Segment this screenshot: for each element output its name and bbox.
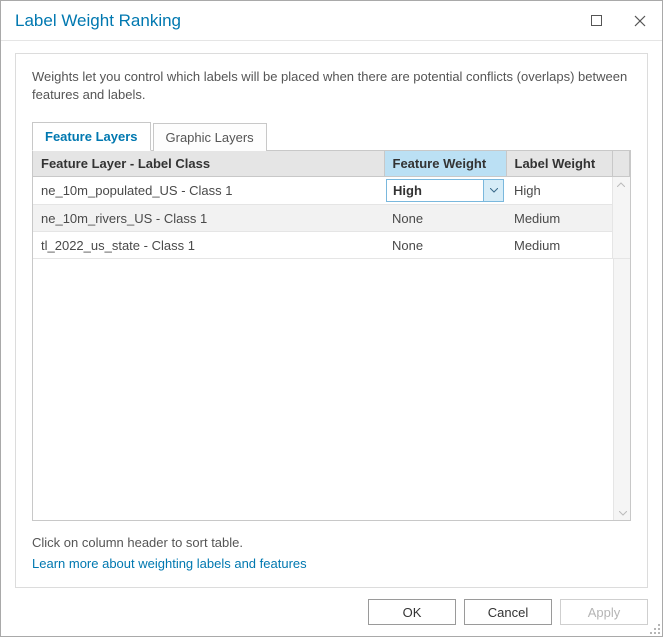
maximize-button[interactable] — [574, 2, 618, 40]
scrollbar-track[interactable] — [612, 177, 630, 259]
cell-label-weight: High — [506, 177, 612, 205]
ok-button[interactable]: OK — [368, 599, 456, 625]
close-button[interactable] — [618, 2, 662, 40]
cell-layer: ne_10m_populated_US - Class 1 — [33, 177, 384, 205]
learn-more-link[interactable]: Learn more about weighting labels and fe… — [32, 556, 631, 571]
dialog-window: Label Weight Ranking Weights let you con… — [0, 0, 663, 637]
scroll-down-arrow[interactable] — [614, 506, 631, 520]
dialog-footer: OK Cancel Apply — [1, 588, 662, 636]
table-row[interactable]: ne_10m_populated_US - Class 1 High High — [33, 177, 630, 205]
cell-feature-weight: None — [384, 205, 506, 232]
table-row[interactable]: ne_10m_rivers_US - Class 1 None Medium — [33, 205, 630, 232]
table-empty-area — [33, 259, 630, 520]
cancel-button[interactable]: Cancel — [464, 599, 552, 625]
table-row[interactable]: tl_2022_us_state - Class 1 None Medium — [33, 232, 630, 259]
scroll-up-arrow[interactable] — [613, 177, 630, 191]
inner-panel: Weights let you control which labels wil… — [15, 53, 648, 588]
tab-strip: Feature Layers Graphic Layers — [32, 122, 631, 151]
tab-graphic-layers[interactable]: Graphic Layers — [153, 123, 267, 151]
tab-feature-layers[interactable]: Feature Layers — [32, 122, 151, 151]
cell-label-weight: Medium — [506, 232, 612, 259]
scrollbar-header — [612, 151, 630, 177]
weights-table: Feature Layer - Label Class Feature Weig… — [32, 150, 631, 521]
sort-hint-text: Click on column header to sort table. — [32, 535, 631, 550]
cell-feature-weight[interactable]: High — [384, 177, 506, 205]
resize-grip[interactable] — [648, 622, 660, 634]
cell-layer: ne_10m_rivers_US - Class 1 — [33, 205, 384, 232]
titlebar: Label Weight Ranking — [1, 1, 662, 41]
cell-label-weight: Medium — [506, 205, 612, 232]
content-area: Weights let you control which labels wil… — [1, 41, 662, 588]
dropdown-arrow-button[interactable] — [483, 180, 503, 201]
dropdown-value: High — [387, 180, 483, 201]
table-header-row: Feature Layer - Label Class Feature Weig… — [33, 151, 630, 177]
tab-label: Graphic Layers — [166, 130, 254, 145]
column-header-feature-weight[interactable]: Feature Weight — [384, 151, 506, 177]
tab-label: Feature Layers — [45, 129, 138, 144]
cell-feature-weight: None — [384, 232, 506, 259]
window-title: Label Weight Ranking — [15, 11, 574, 31]
column-header-label-weight[interactable]: Label Weight — [506, 151, 612, 177]
cell-layer: tl_2022_us_state - Class 1 — [33, 232, 384, 259]
column-header-layer[interactable]: Feature Layer - Label Class — [33, 151, 384, 177]
intro-text: Weights let you control which labels wil… — [32, 68, 631, 104]
feature-weight-dropdown[interactable]: High — [386, 179, 504, 202]
apply-button: Apply — [560, 599, 648, 625]
